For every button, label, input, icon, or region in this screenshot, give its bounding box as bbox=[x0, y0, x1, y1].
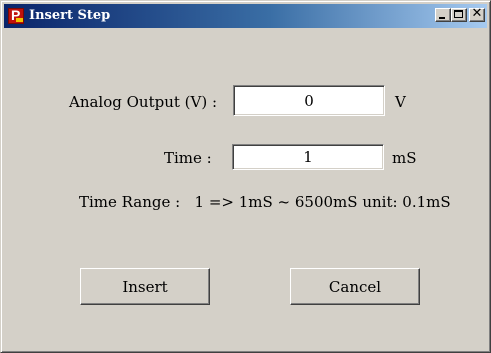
maximize-button[interactable] bbox=[451, 8, 467, 22]
cancel-button[interactable]: Cancel bbox=[290, 268, 420, 305]
time-input[interactable] bbox=[232, 144, 384, 170]
app-p-icon: P bbox=[8, 7, 24, 24]
analog-output-input[interactable] bbox=[233, 85, 385, 116]
close-icon: ✕ bbox=[471, 6, 483, 21]
maximize-icon bbox=[454, 10, 463, 18]
insert-button[interactable]: Insert bbox=[80, 268, 210, 305]
window-title: Insert Step bbox=[29, 8, 111, 23]
time-label: Time : bbox=[164, 149, 212, 167]
time-range-text: Time Range : 1 => 1mS ~ 6500mS unit: 0.1… bbox=[79, 193, 451, 211]
analog-output-unit: V bbox=[395, 93, 406, 111]
minimize-button[interactable] bbox=[435, 8, 451, 22]
time-unit: mS bbox=[392, 149, 417, 167]
insert-step-dialog: P Insert Step ✕ Analog Output (V) : V Ti… bbox=[0, 0, 491, 353]
close-button[interactable]: ✕ bbox=[469, 6, 485, 22]
minimize-icon bbox=[439, 17, 445, 19]
analog-output-label: Analog Output (V) : bbox=[69, 93, 218, 111]
title-bar[interactable]: P Insert Step ✕ bbox=[4, 4, 487, 28]
